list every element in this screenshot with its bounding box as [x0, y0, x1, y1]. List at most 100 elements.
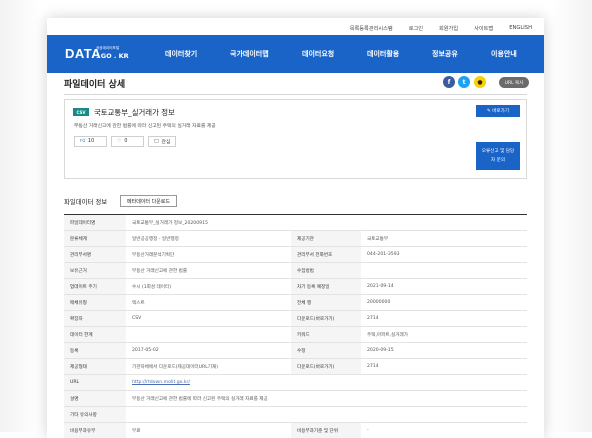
url-copy-button[interactable]: URL 복사 [499, 77, 529, 88]
heart-icon: ♡ [117, 139, 121, 144]
row-value: 기관자체에서 다운로드(제공데이터URL기재) [126, 359, 291, 375]
row-label: 기타 유의사항 [64, 407, 126, 423]
dataset-description: 부동산 거래신고에 관한 법률에 따라 신고된 주택의 실거래 자료를 제공 [74, 122, 216, 129]
row-value: 부동산 거래신고에 관한 법률에 따라 신고된 주택의 실거래 자료를 제공 [126, 391, 527, 407]
comment-button[interactable]: ♡ 0 [111, 136, 144, 147]
like-button[interactable]: 👍︎ 10 [74, 136, 107, 147]
section-title: 파일데이터 정보 [64, 197, 107, 206]
nav-item-national-data-map[interactable]: 국가데이터맵 [230, 49, 269, 59]
table-row: 파일데이터명국토교통부_실거래가 정보_20200915 [64, 215, 527, 231]
utility-link-english[interactable]: ENGLISH [509, 25, 532, 31]
row-label: 파일데이터명 [64, 215, 126, 231]
nav-item-data-search[interactable]: 데이터찾기 [165, 49, 197, 59]
row-value: 수시 (1회성 데이터) [126, 279, 291, 295]
row-label: 전체 행 [291, 295, 361, 311]
dataset-title: 국토교통부_실거래가 정보 [94, 107, 175, 118]
site-logo-subtitle: 공공데이터포털 [96, 46, 119, 51]
row-value: 국토교통부 [361, 231, 527, 247]
row-value [126, 407, 527, 423]
comment-count: 0 [124, 139, 127, 144]
thumbs-up-icon: 👍︎ [80, 139, 85, 144]
table-row: URLhttp://rtdown.molit.go.kr/ [64, 375, 527, 391]
file-info-table: 파일데이터명국토교통부_실거래가 정보_20200915분류체계일반공공행정 -… [64, 214, 527, 438]
row-label: 수집방법 [291, 263, 361, 279]
table-row: 확장자CSV다운로드(바로가기)2714 [64, 311, 527, 327]
row-label: 보유근거 [64, 263, 126, 279]
table-row: 매체유형텍스트전체 행20000000 [64, 295, 527, 311]
row-value: 2021-09-14 [361, 279, 527, 295]
dataset-summary-card: CSV 국토교통부_실거래가 정보 부동산 거래신고에 관한 법률에 따라 신고… [64, 99, 527, 179]
table-row: 제공형태기관자체에서 다운로드(제공데이터URL기재)다운로드(바로가기)271… [64, 359, 527, 375]
table-row: 데이터 한계 키워드주택,아파트,실거래가 [64, 327, 527, 343]
row-value: 20000000 [361, 295, 527, 311]
nav-item-guide[interactable]: 이용안내 [491, 49, 517, 59]
row-value: - [361, 423, 527, 438]
row-value: 044-201-3593 [361, 247, 527, 263]
row-label: 관리부서명 [64, 247, 126, 263]
kakaostory-share-icon[interactable]: ● [474, 76, 486, 88]
table-row: 기타 유의사항 [64, 407, 527, 423]
row-value: 일반공공행정 - 일반행정 [126, 231, 291, 247]
row-value [126, 327, 291, 343]
row-label: 업데이트 주기 [64, 279, 126, 295]
row-value: 2714 [361, 311, 527, 327]
row-value: 주택,아파트,실거래가 [361, 327, 527, 343]
like-count: 10 [88, 139, 94, 144]
row-label: 제공기관 [291, 231, 361, 247]
row-label: 비용부과기준 및 단위 [291, 423, 361, 438]
main-navigation: DATA 공공데이터포털 . GO . KR 데이터찾기 국가데이터맵 데이터요… [47, 35, 544, 73]
file-format-badge: CSV [73, 108, 89, 116]
row-label: 수정 [291, 343, 361, 359]
shortcut-label: 바로가기 [492, 108, 509, 114]
table-row: 설명부동산 거래신고에 관한 법률에 따라 신고된 주택의 실거래 자료를 제공 [64, 391, 527, 407]
bookmark-icon: □ [154, 139, 159, 144]
nav-item-data-request[interactable]: 데이터요청 [302, 49, 334, 59]
row-value: 2017-05-02 [126, 343, 291, 359]
url-link[interactable]: http://rtdown.molit.go.kr/ [126, 375, 527, 391]
site-logo-domain: . GO . KR [96, 52, 129, 60]
error-report-button[interactable]: 오류신고 및 담당자 문의 [476, 142, 520, 170]
table-row: 분류체계일반공공행정 - 일반행정제공기관국토교통부 [64, 231, 527, 247]
utility-link-admin[interactable]: 목록등록관리시스템 [350, 25, 393, 32]
shortcut-button[interactable]: ✎ 바로가기 [476, 105, 520, 117]
row-value: 2020-09-15 [361, 343, 527, 359]
utility-link-sitemap[interactable]: 사이트맵 [474, 25, 493, 32]
table-row: 비용부과유무무료비용부과기준 및 단위- [64, 423, 527, 438]
table-row: 업데이트 주기수시 (1회성 데이터)차기 등록 예정일2021-09-14 [64, 279, 527, 295]
row-label: URL [64, 375, 126, 391]
row-value: CSV [126, 311, 291, 327]
row-label: 다운로드(바로가기) [291, 359, 361, 375]
nav-item-info-sharing[interactable]: 정보공유 [432, 49, 458, 59]
row-label: 매체유형 [64, 295, 126, 311]
interest-button[interactable]: □ 관심 [148, 136, 176, 147]
row-value [361, 263, 527, 279]
row-value: 부동산 거래신고에 관한 법률 [126, 263, 291, 279]
page-title: 파일데이터 상세 [64, 77, 125, 90]
row-label: 다운로드(바로가기) [291, 311, 361, 327]
row-value: 텍스트 [126, 295, 291, 311]
table-row: 보유근거부동산 거래신고에 관한 법률수집방법 [64, 263, 527, 279]
facebook-share-icon[interactable]: f [443, 76, 455, 88]
table-row: 등록2017-05-02수정2020-09-15 [64, 343, 527, 359]
row-label: 비용부과유무 [64, 423, 126, 438]
row-label: 데이터 한계 [64, 327, 126, 343]
utility-link-login[interactable]: 로그인 [409, 25, 423, 32]
utility-link-signup[interactable]: 회원가입 [439, 25, 458, 32]
interest-label: 관심 [162, 138, 171, 145]
metadata-download-button[interactable]: 메타데이터 다운로드 [120, 195, 177, 207]
table-row: 관리부서명부동산거래분석기획단관리부서 전화번호044-201-3593 [64, 247, 527, 263]
row-label: 키워드 [291, 327, 361, 343]
twitter-share-icon[interactable]: t [458, 76, 470, 88]
row-label: 분류체계 [64, 231, 126, 247]
row-label: 설명 [64, 391, 126, 407]
row-label: 차기 등록 예정일 [291, 279, 361, 295]
row-value: 국토교통부_실거래가 정보_20200915 [126, 215, 527, 231]
row-label: 관리부서 전화번호 [291, 247, 361, 263]
nav-item-data-usage[interactable]: 데이터활용 [367, 49, 399, 59]
row-value: 2714 [361, 359, 527, 375]
row-label: 등록 [64, 343, 126, 359]
row-value: 부동산거래분석기획단 [126, 247, 291, 263]
row-label: 확장자 [64, 311, 126, 327]
browser-frame: 목록등록관리시스템 로그인 회원가입 사이트맵 ENGLISH DATA 공공데… [47, 18, 544, 438]
row-value: 무료 [126, 423, 291, 438]
